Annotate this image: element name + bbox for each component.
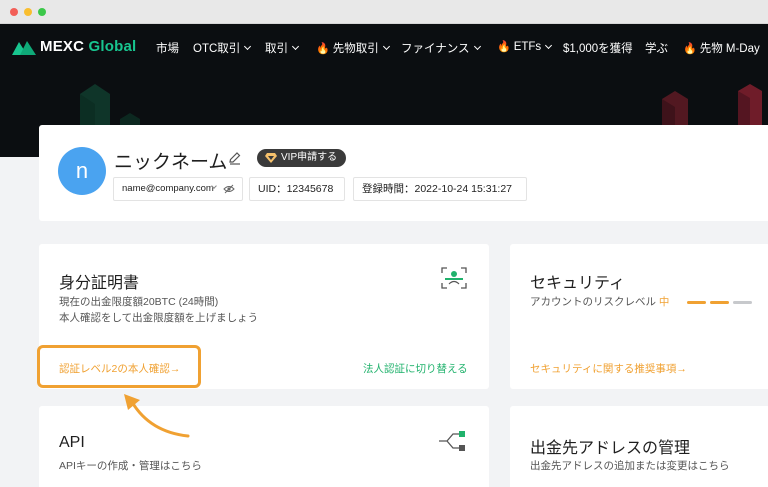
uid-chip: UID：12345678 xyxy=(249,177,345,201)
registration-time: 登録時間：2022-10-24 15:31:27 xyxy=(362,183,512,195)
security-title: セキュリティ xyxy=(530,275,626,292)
top-navigation: MEXC Global 市場 OTC取引 取引 🔥 先物取引 ファイナンス 🔥 ET… xyxy=(0,24,768,70)
corporate-verification-link[interactable]: 法人認証に切り替える xyxy=(363,361,468,376)
nav-otc[interactable]: OTC取引 xyxy=(193,40,252,56)
nav-futures[interactable]: 🔥 先物取引 xyxy=(316,40,390,56)
identity-limit-text: 現在の出金限度額20BTC (24時間) xyxy=(59,296,219,308)
vip-apply-button[interactable]: VIP申請する xyxy=(257,149,347,167)
nav-etfs[interactable]: 🔥 ETFs xyxy=(497,40,553,53)
registration-time-chip: 登録時間：2022-10-24 15:31:27 xyxy=(353,177,527,201)
nav-learn[interactable]: 学ぶ xyxy=(645,40,668,56)
profile-card: n ニックネーム VIP申請する name@company.com UID：12… xyxy=(39,125,768,221)
diamond-icon xyxy=(265,153,277,163)
vip-apply-label: VIP申請する xyxy=(281,152,338,163)
brand-name: MEXC xyxy=(40,38,85,55)
nav-futures-mday[interactable]: 🔥 先物 M-Day xyxy=(683,40,760,56)
address-title: 出金先アドレスの管理 xyxy=(530,440,691,457)
eye-off-icon[interactable] xyxy=(223,184,235,194)
chevron-down-icon xyxy=(244,42,252,51)
window-titlebar xyxy=(0,0,768,24)
pencil-icon[interactable] xyxy=(228,151,242,165)
maximize-window-button[interactable] xyxy=(38,8,46,16)
email-value: name@company.com xyxy=(122,183,214,194)
risk-bar-3 xyxy=(733,301,752,304)
risk-bar-2 xyxy=(710,301,729,304)
chevron-down-icon xyxy=(473,42,481,51)
nav-trade[interactable]: 取引 xyxy=(265,40,300,56)
browser-window: MEXC Global 市場 OTC取引 取引 🔥 先物取引 ファイナンス 🔥 ET… xyxy=(0,0,768,487)
fire-icon: 🔥 xyxy=(316,42,330,55)
risk-level-text: アカウントのリスクレベル 中 xyxy=(530,295,669,310)
identity-title: 身分証明書 xyxy=(59,275,140,292)
curved-arrow-icon xyxy=(124,394,190,438)
brand-logo[interactable]: MEXC Global xyxy=(12,38,136,55)
chevron-down-icon xyxy=(382,42,390,51)
nav-earn-1000[interactable]: $1,000を獲得 xyxy=(563,40,633,56)
withdrawal-address-card[interactable]: 出金先アドレスの管理 出金先アドレスの追加または変更はこちら xyxy=(510,406,768,487)
security-card: セキュリティ アカウントのリスクレベル 中 セキュリティに関する推奨事項→ xyxy=(510,244,768,389)
api-title: API xyxy=(59,434,85,451)
id-scan-icon xyxy=(441,267,467,289)
api-branch-icon xyxy=(439,431,465,451)
chevron-down-icon xyxy=(545,41,553,49)
fire-icon: 🔥 xyxy=(683,42,697,55)
security-recommendations-link[interactable]: セキュリティに関する推奨事項→ xyxy=(530,361,687,376)
address-desc: 出金先アドレスの追加または変更はこちら xyxy=(530,460,730,472)
risk-bar-1 xyxy=(687,301,706,304)
email-selector[interactable]: name@company.com xyxy=(113,177,243,201)
nickname: ニックネーム xyxy=(114,152,228,173)
close-window-button[interactable] xyxy=(10,8,18,16)
minimize-window-button[interactable] xyxy=(24,8,32,16)
avatar[interactable]: n xyxy=(58,147,106,195)
mexc-logo-icon xyxy=(12,40,36,55)
uid-value: UID：12345678 xyxy=(258,183,334,195)
risk-level-label: アカウントのリスクレベル xyxy=(530,296,656,308)
fire-icon: 🔥 xyxy=(497,41,511,53)
identity-hint-text: 本人確認をして出金限度額を上げましょう xyxy=(59,312,259,324)
chevron-down-icon xyxy=(291,42,300,51)
nav-finance[interactable]: ファイナンス xyxy=(401,40,481,56)
risk-level-meter xyxy=(687,301,752,304)
api-card[interactable]: API APIキーの作成・管理はこちら xyxy=(39,406,489,487)
highlight-box xyxy=(37,345,201,388)
nav-market[interactable]: 市場 xyxy=(156,40,179,56)
api-desc: APIキーの作成・管理はこちら xyxy=(59,460,202,472)
risk-level-value: 中 xyxy=(658,296,670,308)
brand-accent: Global xyxy=(88,38,137,55)
